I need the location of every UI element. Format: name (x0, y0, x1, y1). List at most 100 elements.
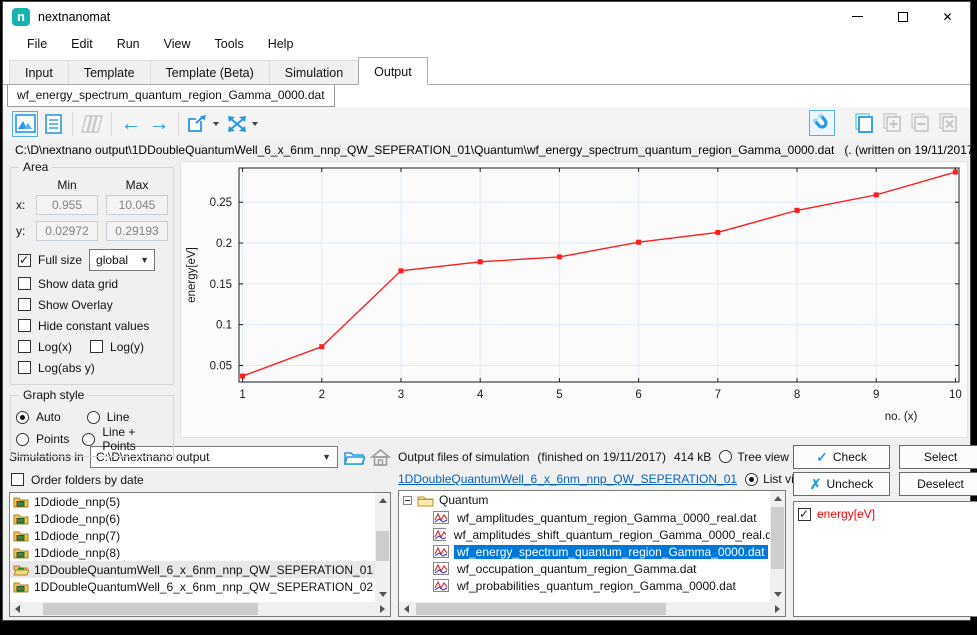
tree-file-row[interactable]: wf_amplitudes_quantum_region_Gamma_0000_… (399, 509, 785, 526)
tab-simulation[interactable]: Simulation (269, 60, 359, 84)
style-line-points-radio[interactable] (82, 433, 95, 446)
show-overlay-checkbox[interactable] (18, 298, 31, 311)
maximize-button[interactable] (880, 2, 925, 31)
scroll-up-button[interactable] (375, 493, 390, 508)
remove-overlay-button[interactable] (907, 110, 933, 136)
chart-area[interactable]: 123456789100.050.10.150.20.25no. (x)ener… (180, 161, 968, 438)
scale-select[interactable]: global ▼ (89, 249, 155, 271)
overlay-stack-button[interactable] (79, 111, 105, 137)
menu-edit[interactable]: Edit (59, 33, 105, 55)
minimize-button[interactable] (835, 2, 880, 31)
folder-icon (417, 494, 434, 507)
clear-overlay-button[interactable] (935, 110, 961, 136)
tree-root-row[interactable]: Quantum (399, 491, 785, 509)
tab-input[interactable]: Input (9, 60, 69, 84)
style-auto-radio[interactable] (16, 411, 29, 424)
select-button[interactable]: Select (899, 445, 977, 469)
folder-list-hscrollbar[interactable] (10, 602, 390, 616)
minimize-icon (852, 16, 863, 17)
chart-file-icon (433, 579, 449, 592)
document-tab[interactable]: wf_energy_spectrum_quantum_region_Gamma_… (7, 85, 335, 107)
style-line-radio[interactable] (87, 411, 100, 424)
scroll-thumb[interactable] (771, 507, 784, 569)
export-button[interactable] (185, 111, 211, 137)
scroll-right-button[interactable] (375, 602, 390, 616)
deselect-button[interactable]: Deselect (899, 472, 977, 496)
forward-button[interactable]: → (146, 111, 172, 137)
menu-file[interactable]: File (15, 33, 59, 55)
toolbar-right-group (808, 110, 962, 136)
folder-row-selected[interactable]: 1DDoubleQuantumWell_6_x_6nm_nnp_QW_SEPER… (10, 561, 390, 578)
menu-view[interactable]: View (152, 33, 203, 55)
full-extent-dropdown-caret[interactable] (252, 122, 258, 126)
style-points-radio[interactable] (16, 433, 29, 446)
energy-column-checkbox[interactable] (798, 508, 811, 521)
order-folders-checkbox[interactable] (11, 473, 24, 486)
tab-template[interactable]: Template (68, 60, 151, 84)
back-button[interactable]: ← (118, 111, 144, 137)
browse-folder-icon[interactable] (343, 448, 365, 467)
area-group-title: Area (19, 160, 52, 174)
y-min-field[interactable]: 0.02972 (36, 221, 98, 241)
y-max-field[interactable]: 0.29193 (106, 221, 168, 241)
collapse-expander-icon[interactable] (403, 496, 412, 505)
check-button[interactable]: ✓ Check (793, 445, 890, 469)
x-max-field[interactable]: 10.045 (106, 195, 168, 215)
plot-options-panel: Area Min Max x: 0.955 10.045 y: 0.02972 … (3, 159, 178, 440)
scroll-left-button[interactable] (10, 602, 25, 616)
folder-row[interactable]: 1Ddiode_nnp(7) (10, 527, 390, 544)
text-view-button[interactable] (40, 111, 66, 137)
list-view-radio[interactable] (745, 473, 758, 486)
menu-run[interactable]: Run (105, 33, 152, 55)
log-y-checkbox[interactable] (90, 340, 103, 353)
tab-template-beta[interactable]: Template (Beta) (150, 60, 270, 84)
menu-tools[interactable]: Tools (203, 33, 256, 55)
tree-file-row[interactable]: wf_occupation_quantum_region_Gamma.dat (399, 560, 785, 577)
scroll-down-button[interactable] (375, 587, 390, 602)
tree-view-label: Tree view (737, 450, 789, 464)
add-overlay-button[interactable] (879, 110, 905, 136)
tree-file-row[interactable]: wf_probabilities_quantum_region_Gamma_00… (399, 577, 785, 594)
tree-hscrollbar[interactable] (399, 602, 785, 616)
column-item[interactable]: energy[eV] (798, 505, 977, 523)
export-dropdown-caret[interactable] (213, 122, 219, 126)
output-file-tree[interactable]: Quantum wf_amplitudes_quantum_region_Gam… (398, 490, 786, 617)
tree-vscrollbar[interactable] (770, 491, 785, 602)
scroll-right-button[interactable] (770, 602, 785, 616)
scroll-thumb[interactable] (416, 603, 666, 615)
folder-row[interactable]: 1Ddiode_nnp(8) (10, 544, 390, 561)
close-button[interactable]: ✕ (925, 2, 970, 31)
hide-constant-values-checkbox[interactable] (18, 319, 31, 332)
column-list[interactable]: energy[eV] (793, 501, 977, 617)
uncheck-button[interactable]: ✗ Uncheck (793, 472, 890, 496)
tree-view-radio[interactable] (719, 450, 732, 463)
log-x-checkbox[interactable] (18, 340, 31, 353)
simulation-folder-list[interactable]: 1Ddiode_nnp(5) 1Ddiode_nnp(6) 1Ddiode_nn… (9, 492, 391, 617)
scroll-thumb[interactable] (376, 531, 389, 561)
chevron-down-icon: ▼ (140, 255, 149, 265)
copy-plot-button[interactable] (851, 110, 877, 136)
x-min-field[interactable]: 0.955 (36, 195, 98, 215)
log-abs-y-checkbox[interactable] (18, 361, 31, 374)
folder-row[interactable]: 1Ddiode_nnp(6) (10, 510, 390, 527)
home-icon[interactable] (370, 448, 391, 467)
scroll-down-button[interactable] (770, 587, 785, 602)
show-data-grid-checkbox[interactable] (18, 277, 31, 290)
folder-row[interactable]: 1DDoubleQuantumWell_6_x_6nm_nnp_QW_SEPER… (10, 578, 390, 595)
tree-file-row[interactable]: wf_amplitudes_shift_quantum_region_Gamma… (399, 526, 785, 543)
menu-help[interactable]: Help (256, 33, 306, 55)
plot-view-button[interactable] (12, 111, 38, 137)
scroll-up-button[interactable] (770, 491, 785, 506)
tree-file-row-selected[interactable]: wf_energy_spectrum_quantum_region_Gamma_… (399, 543, 785, 560)
simulation-link[interactable]: 1DDoubleQuantumWell_6_x_6nm_nnp_QW_SEPER… (398, 472, 737, 486)
y-axis-label: y: (16, 224, 28, 238)
full-extent-button[interactable] (224, 111, 250, 137)
full-size-checkbox[interactable] (18, 254, 31, 267)
scroll-left-button[interactable] (399, 602, 414, 616)
folder-list-vscrollbar[interactable] (375, 493, 390, 602)
scroll-thumb[interactable] (43, 603, 258, 615)
folder-row[interactable]: 1Ddiode_nnp(5) (10, 493, 390, 510)
magnet-button[interactable] (809, 110, 835, 136)
tab-output[interactable]: Output (358, 57, 428, 85)
file-path: C:\D\nextnano output\1DDoubleQuantumWell… (15, 143, 834, 157)
